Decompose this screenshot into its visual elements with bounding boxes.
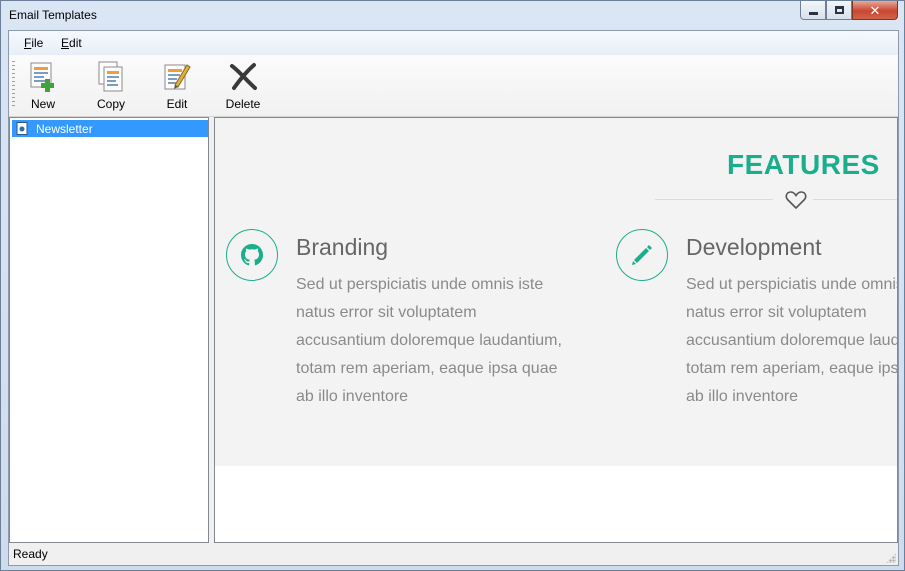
title-bar[interactable]: Email Templates ✕	[1, 1, 904, 31]
feature-branding-line: totam rem aperiam, eaque ipsa quae	[296, 360, 558, 377]
heart-icon	[785, 191, 807, 210]
feature-branding-title: Branding	[296, 234, 389, 260]
document-icon	[16, 122, 28, 135]
github-icon	[241, 244, 263, 266]
minimize-button[interactable]	[800, 1, 826, 20]
window-title: Email Templates	[9, 8, 97, 22]
feature-development-line: natus error sit voluptatem	[686, 304, 867, 321]
template-preview[interactable]: FEATURES Branding Sed ut perspiciatis un…	[214, 117, 898, 543]
window-controls: ✕	[800, 1, 898, 21]
app-window: Email Templates ✕ File Edit New Copy Edi…	[0, 0, 905, 571]
new-button-label: New	[30, 97, 55, 111]
copy-button-label: Copy	[96, 97, 125, 111]
menu-file-label: File	[24, 36, 44, 50]
tree-item-label: Newsletter	[36, 122, 93, 136]
close-icon: ✕	[869, 2, 881, 18]
feature-branding-text: Sed ut perspiciatis unde omnis iste natu…	[296, 271, 562, 411]
feature-development-line: ab illo inventore	[686, 388, 799, 405]
tree-item-newsletter[interactable]: Newsletter	[12, 120, 208, 137]
maximize-icon	[834, 6, 844, 14]
delete-x-icon	[230, 63, 257, 90]
feature-branding-line: ab illo inventore	[296, 388, 409, 405]
feature-development-text: Sed ut perspiciatis unde omnis iste natu…	[686, 271, 898, 411]
status-bar: Ready	[9, 543, 898, 565]
feature-development-line: totam rem aperiam, eaque ipsa quae	[686, 360, 898, 377]
menu-edit[interactable]: Edit	[61, 36, 82, 50]
resize-grip-icon[interactable]	[886, 553, 896, 563]
feature-branding-line: Sed ut perspiciatis unde omnis iste	[296, 276, 544, 293]
feature-branding-line: accusantium doloremque laudantium,	[296, 332, 562, 349]
delete-button[interactable]: Delete	[215, 59, 271, 111]
edit-button[interactable]: Edit	[149, 59, 205, 111]
menu-file[interactable]: File	[24, 36, 43, 50]
feature-development-title: Development	[686, 234, 822, 260]
maximize-button[interactable]	[826, 1, 852, 20]
menu-edit-label: Edit	[61, 36, 82, 50]
status-text: Ready	[13, 547, 48, 561]
feature-branding-badge	[226, 229, 278, 281]
new-document-icon	[30, 62, 54, 92]
features-heading: FEATURES	[727, 149, 880, 180]
feature-branding-line: natus error sit voluptatem	[296, 304, 477, 321]
feature-development-line: accusantium doloremque laudantium,	[686, 332, 897, 349]
copy-button[interactable]: Copy	[83, 59, 139, 111]
menu-bar: File Edit	[9, 31, 898, 55]
edit-document-icon	[164, 64, 191, 90]
divider-left	[655, 199, 773, 200]
toolbar: New Copy Edit Delete	[9, 55, 898, 117]
edit-button-label: Edit	[166, 97, 188, 111]
feature-development-line: Sed ut perspiciatis unde omnis iste	[686, 276, 897, 293]
delete-button-label: Delete	[225, 97, 261, 111]
minimize-icon	[808, 11, 818, 15]
divider-right	[813, 199, 897, 200]
feature-development-badge	[616, 229, 668, 281]
pencil-icon	[632, 245, 652, 265]
copy-document-icon	[98, 61, 123, 92]
client-area: File Edit New Copy Edit Delete Newslette…	[8, 30, 899, 566]
template-tree[interactable]: Newsletter	[9, 117, 209, 543]
close-button[interactable]: ✕	[852, 1, 898, 20]
new-button[interactable]: New	[15, 59, 71, 111]
